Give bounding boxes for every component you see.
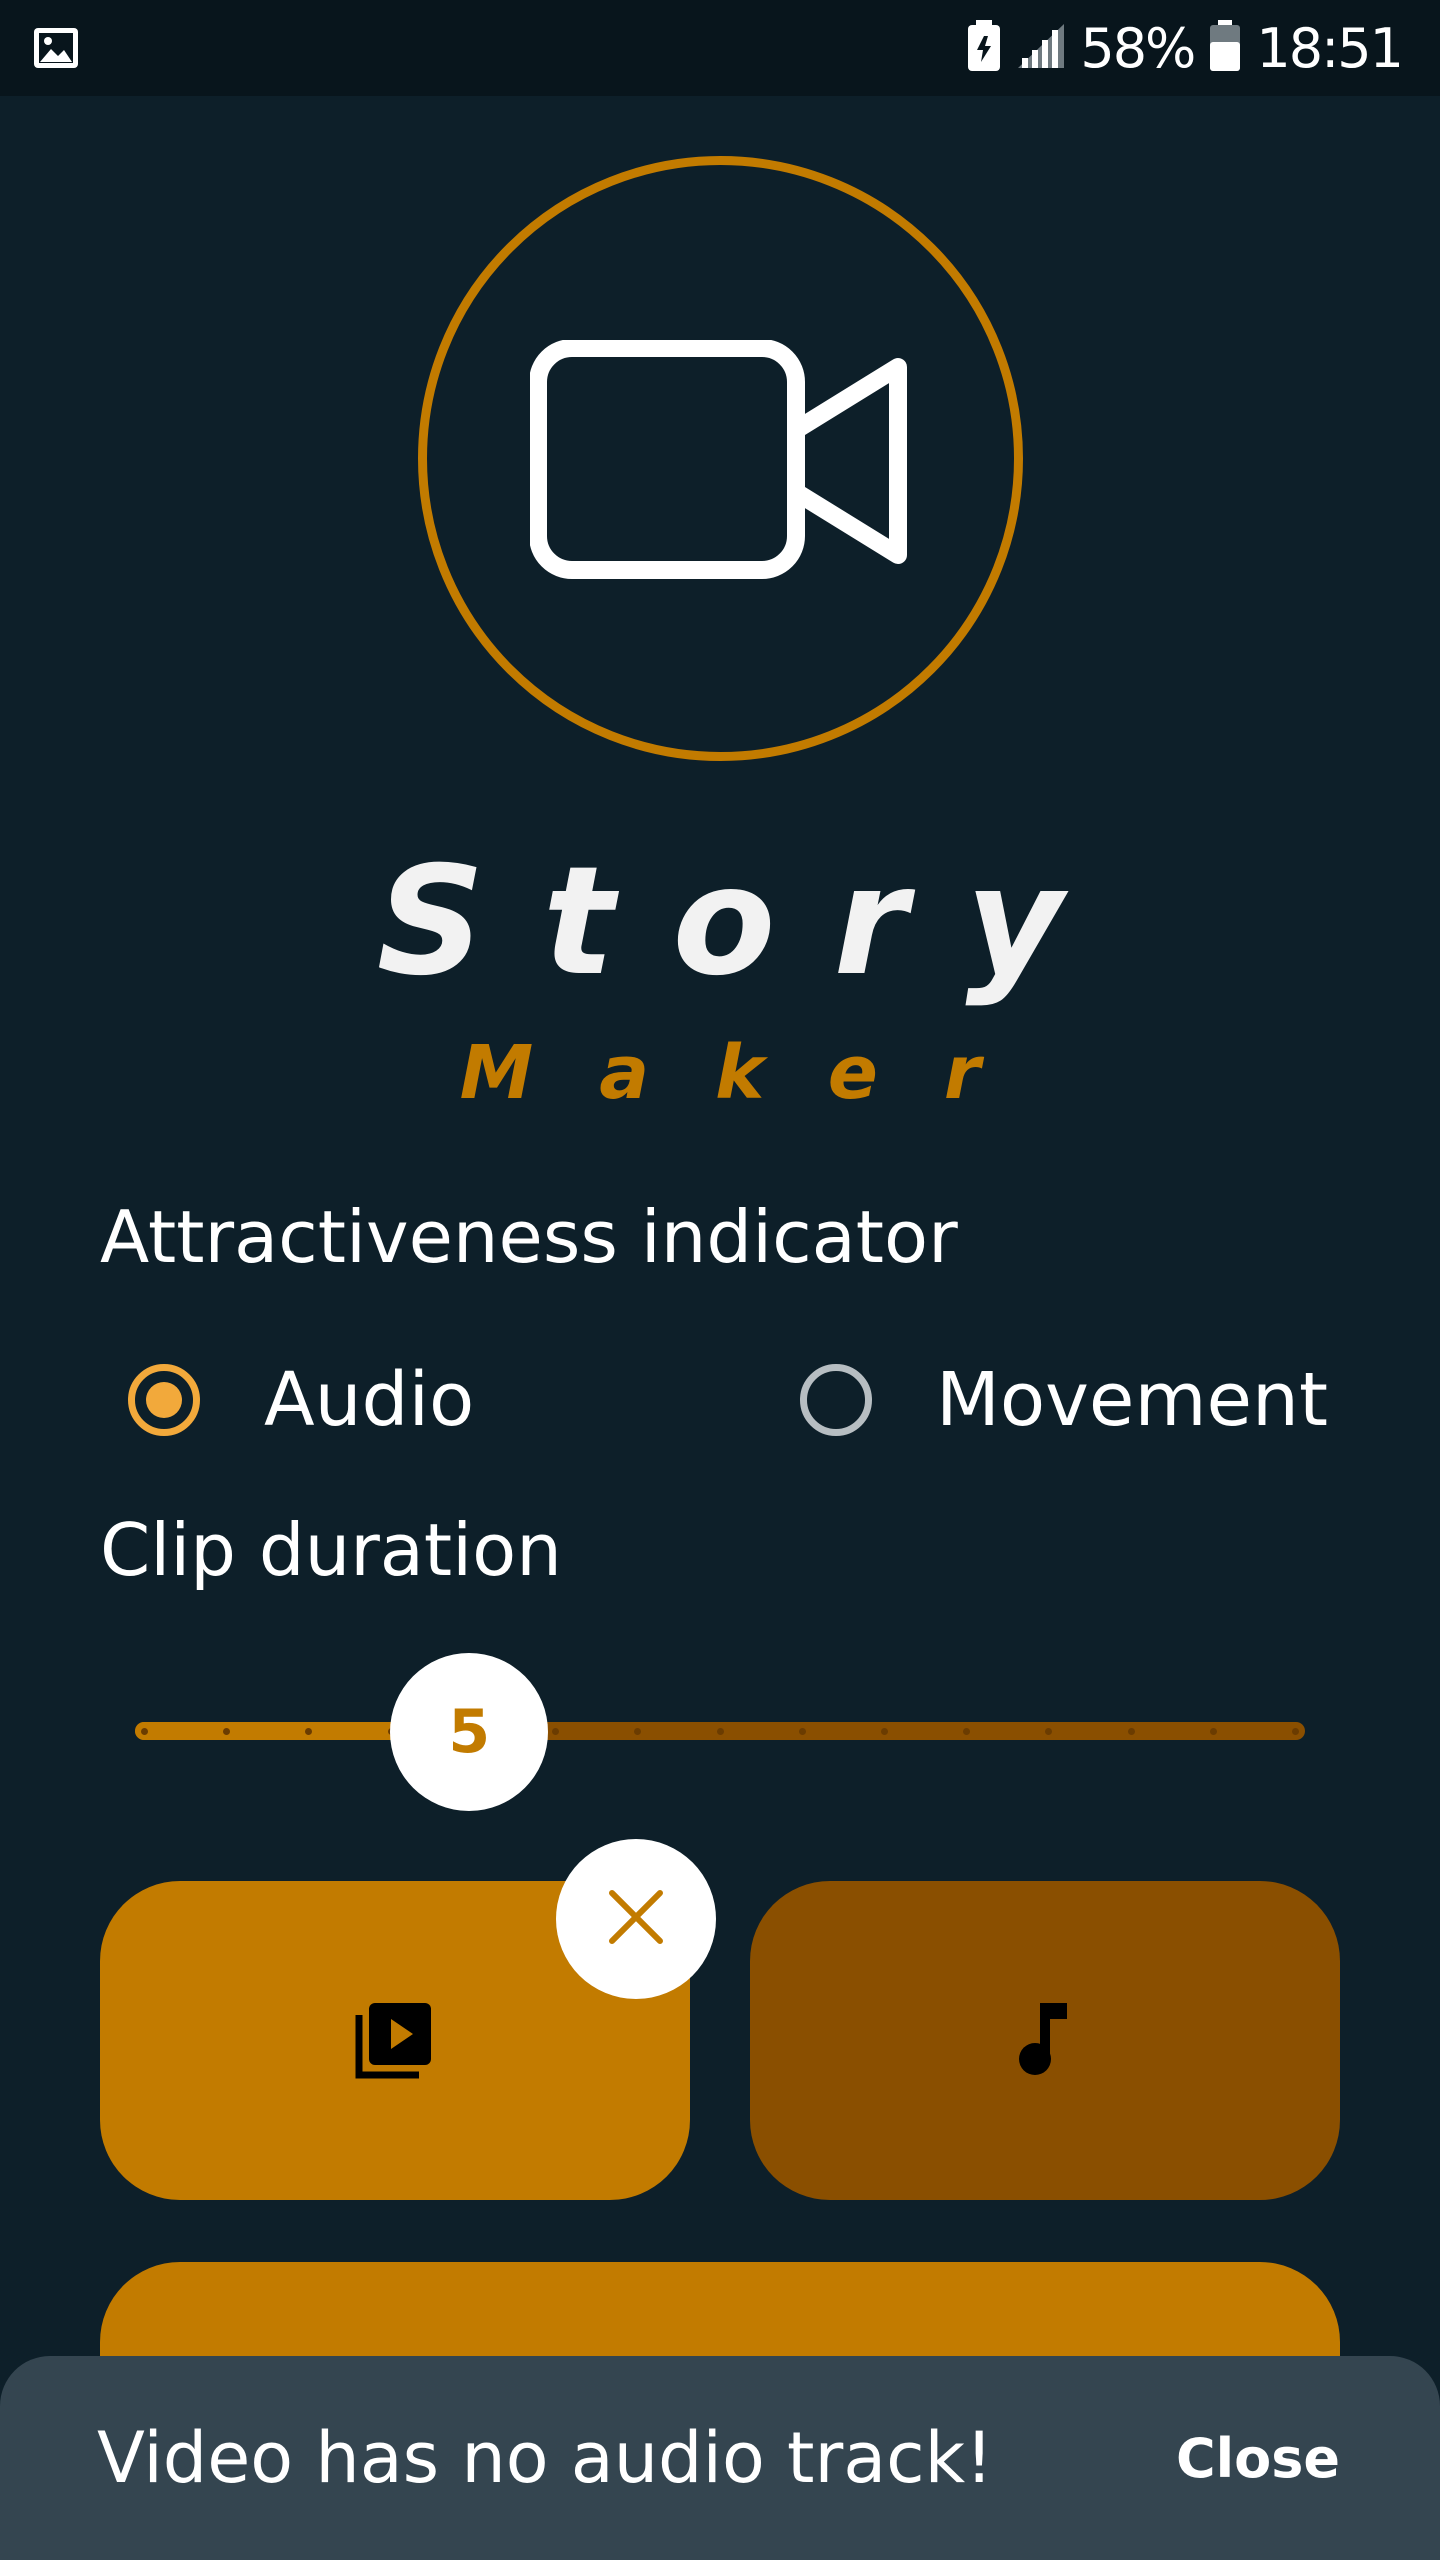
battery-saver-icon — [966, 20, 1002, 76]
snackbar: Video has no audio track! Close — [0, 2356, 1440, 2560]
snackbar-message: Video has no audio track! — [97, 2417, 994, 2499]
slider-thumb[interactable]: 5 — [390, 1653, 549, 1811]
clip-duration-label: Clip duration — [100, 1508, 562, 1592]
slider-tick — [141, 1728, 148, 1735]
close-icon — [606, 1887, 666, 1951]
signal-icon — [1016, 24, 1066, 72]
slider-tick — [798, 1728, 806, 1735]
slider-tick — [552, 1728, 560, 1735]
video-camera-icon — [529, 339, 910, 580]
clock: 18:51 — [1256, 16, 1404, 80]
status-bar: 58% 18:51 — [0, 0, 1440, 96]
radio-movement[interactable]: Movement — [800, 1357, 1328, 1443]
attractiveness-label: Attractiveness indicator — [100, 1195, 958, 1279]
radio-audio-label: Audio — [264, 1357, 475, 1443]
image-icon — [32, 24, 80, 72]
battery-icon — [1208, 20, 1242, 76]
remove-video-button[interactable] — [556, 1839, 716, 1999]
slider-tick — [1127, 1728, 1135, 1735]
radio-audio[interactable]: Audio — [128, 1357, 475, 1443]
slider-tick — [716, 1728, 724, 1735]
slider-tick — [634, 1728, 642, 1735]
slider-tick — [1045, 1728, 1053, 1735]
select-music-button[interactable] — [750, 1881, 1340, 2200]
slider-tick — [1209, 1728, 1217, 1735]
slider-tick — [963, 1728, 971, 1735]
radio-button-unchecked[interactable] — [800, 1364, 872, 1436]
clip-duration-slider[interactable] — [135, 1722, 1305, 1740]
app-subtitle: Maker — [459, 1030, 1047, 1116]
slider-tick — [1292, 1728, 1299, 1735]
app-title: Story — [376, 835, 1122, 1009]
snackbar-close-button[interactable]: Close — [1176, 2356, 1340, 2560]
music-note-icon — [1015, 1999, 1075, 2083]
radio-movement-label: Movement — [936, 1357, 1328, 1443]
video-library-icon — [353, 1997, 437, 2085]
battery-percent: 58% — [1080, 16, 1196, 80]
radio-button-checked[interactable] — [128, 1364, 200, 1436]
slider-tick — [880, 1728, 888, 1735]
